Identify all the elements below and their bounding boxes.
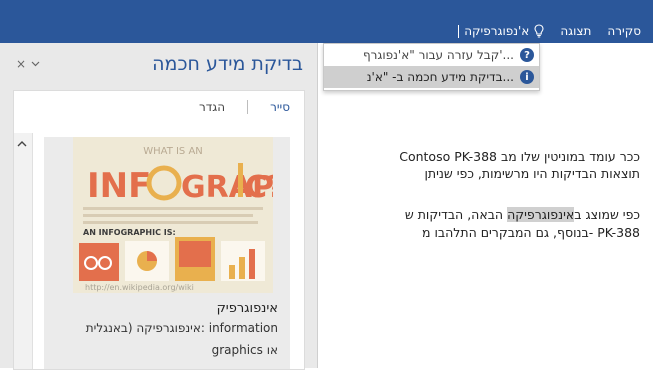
card-text: אינפוגרפיקה (באנגלית: information xyxy=(85,321,278,335)
help-icon: ? xyxy=(520,48,534,62)
ribbon: סקירה תצוגה א'נפוגרפיקה xyxy=(0,0,653,43)
infographic-thumbnail[interactable]: WHAT IS AN INF GRAPH C? AN INFOGRAPHIC I… xyxy=(73,137,273,293)
image-text-c: C? xyxy=(245,170,273,205)
selected-word: אינפוגרפיקה xyxy=(507,207,575,222)
document-line: Contoso PK-388 ככר עומד במוניטין שלו מב xyxy=(399,149,640,164)
close-icon[interactable]: × xyxy=(16,57,26,71)
image-text-inf: INF xyxy=(87,166,151,206)
pane-controls: × xyxy=(16,57,40,71)
image-text-section: AN INFOGRAPHIC IS: xyxy=(83,228,176,237)
card-title[interactable]: אינפוגרפיק xyxy=(217,301,278,316)
ribbon-tabs: סקירה תצוגה א'נפוגרפיקה xyxy=(448,19,653,43)
document-line: כפי שמוצג באינפוגרפיקה הבאה, הבדיקות ש xyxy=(404,207,640,222)
pane-title: בדיקת מידע חכמה xyxy=(152,53,303,75)
document-area[interactable]: Contoso PK-388 ככר עומד במוניטין שלו מב … xyxy=(318,43,653,368)
tell-me-box[interactable]: א'נפוגרפיקה xyxy=(448,24,544,38)
pane-tabs: סייר הגדר xyxy=(199,100,290,114)
lookup-results: סייר הגדר WHAT IS AN INF GRAPH C? xyxy=(13,90,305,370)
document-line: תוצאות הבדיקות היו מרשימות, כפי שניתן xyxy=(424,166,640,181)
tell-me-text: א'נפוגרפיקה xyxy=(464,24,530,38)
text-cursor xyxy=(458,24,460,38)
menu-item-get-help[interactable]: ? קבל עזרה עבור "א'נפוגרף'... xyxy=(324,44,539,66)
tell-me-dropdown: ? קבל עזרה עבור "א'נפוגרף'... i בדיקת מי… xyxy=(323,43,540,91)
tab-review[interactable]: סקירה xyxy=(607,24,641,38)
scroll-up-icon[interactable] xyxy=(17,137,27,151)
menu-item-smart-lookup[interactable]: i בדיקת מידע חכמה ב- "א'נ... xyxy=(324,66,539,88)
scrollbar[interactable] xyxy=(14,133,33,369)
menu-item-label: בדיקת מידע חכמה ב- "א'נ... xyxy=(366,70,514,84)
tab-explore[interactable]: סייר xyxy=(270,100,290,114)
smart-lookup-icon: i xyxy=(520,70,534,84)
image-source-text: http://en.wikipedia.org/wiki xyxy=(85,283,194,292)
document-line: בנוסף, גם המבקרים התלהבו מ- PK-388 xyxy=(421,225,640,240)
chevron-down-icon[interactable] xyxy=(31,57,40,71)
tab-view[interactable]: תצוגה xyxy=(560,24,591,38)
card-text: graphics או xyxy=(211,343,278,357)
result-card[interactable]: WHAT IS AN INF GRAPH C? AN INFOGRAPHIC I… xyxy=(44,137,290,369)
lightbulb-icon xyxy=(534,24,544,38)
menu-item-label: קבל עזרה עבור "א'נפוגרף'... xyxy=(362,48,514,62)
tab-divider xyxy=(247,100,249,114)
image-text-top: WHAT IS AN xyxy=(143,146,203,157)
tab-define[interactable]: הגדר xyxy=(199,100,225,114)
smart-lookup-pane: בדיקת מידע חכמה × סייר הגדר WHAT IS AN I… xyxy=(0,43,318,370)
